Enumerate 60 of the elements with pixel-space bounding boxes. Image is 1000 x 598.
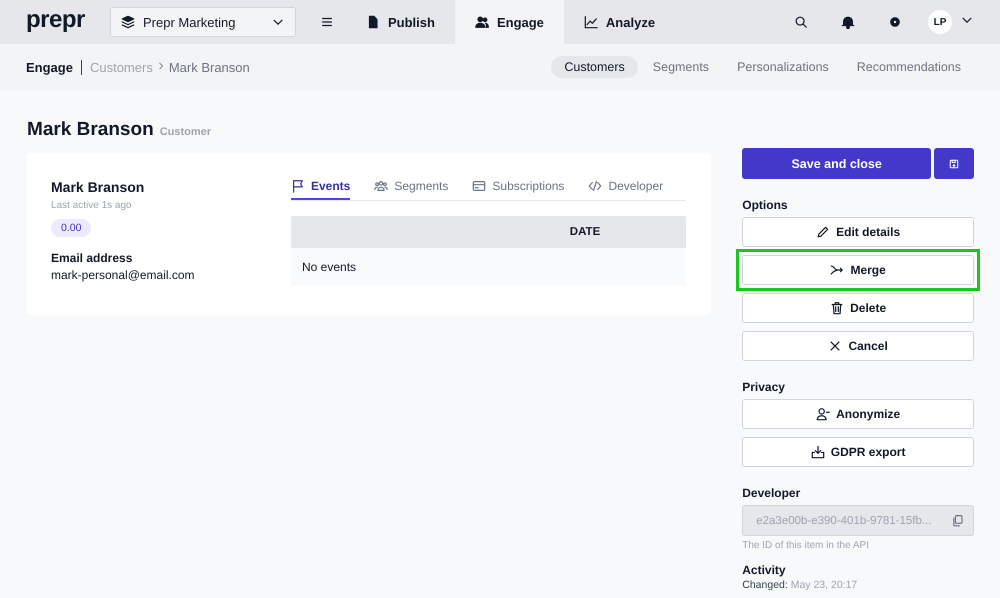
option-button[interactable]: GDPR export [742,437,974,467]
close-icon [828,339,842,353]
download-icon [810,445,825,459]
customer-name: Mark Branson [51,179,146,195]
help-text: The ID of this item in the API [742,540,870,551]
users-icon [374,179,388,193]
page-title: Mark Branson [27,119,154,141]
option-button[interactable]: Cancel [742,331,974,361]
save-icon [948,158,960,170]
column-header: DATE [570,226,600,238]
bell-icon [840,15,854,29]
search-icon [794,15,808,29]
tab[interactable]: Subscriptions [472,179,564,200]
flag-icon [291,179,305,193]
page-subtitle: Customer [160,126,212,138]
save-and-close-button[interactable]: Save and close [742,148,931,179]
pencil-icon [816,225,830,239]
activity-entry: Changed: May 23, 20:17 [742,579,858,591]
breadcrumb-current: Mark Branson [168,60,250,74]
subnav-tab[interactable]: Segments [640,56,722,78]
code-icon [588,179,602,193]
workspace-dropdown[interactable]: Prepr Marketing [110,7,296,37]
section-title: Activity [742,563,787,577]
section-title: Developer [742,486,802,500]
copy-button[interactable] [951,514,964,527]
tab[interactable]: Developer [588,179,664,200]
save-button[interactable] [934,148,974,179]
option-button[interactable]: Delete [742,293,974,323]
subnav-tab[interactable]: Personalizations [724,56,842,78]
option-button[interactable]: Anonymize [742,399,974,429]
layers-icon [121,15,135,29]
subnav-tab[interactable]: Customers [551,56,638,78]
line-chart-icon [584,15,598,29]
email-value: mark-personal@email.com [51,268,196,282]
tab[interactable]: Segments [374,179,448,200]
empty-message: No events [302,260,356,274]
user-minus-icon [816,407,830,421]
score-badge: 0.00 [51,219,92,237]
subnav-tab[interactable]: Recommendations [844,56,974,78]
tab[interactable]: Events [291,179,350,200]
users-icon [474,15,489,29]
nav-tab[interactable]: Engage [454,0,564,44]
option-button[interactable]: Merge [742,255,974,285]
breadcrumb-section: Engage [26,60,82,74]
document-icon [366,15,380,29]
merge-arrow-icon [830,263,844,277]
section-title: Privacy [742,380,786,394]
option-button[interactable]: Edit details [742,217,974,247]
credit-card-icon [472,179,486,193]
menu-icon [320,15,334,29]
copy-icon [951,514,964,527]
email-label: Email address [51,251,134,265]
user-avatar[interactable]: LP [928,10,952,34]
nav-tab[interactable]: Analyze [564,0,676,44]
nav-tab[interactable]: Publish [346,0,455,44]
last-active: Last active 1s ago [51,200,133,211]
workspace-name: Prepr Marketing [143,14,236,30]
section-title: Options [742,198,789,212]
trash-icon [830,301,844,315]
logo: prepr [26,6,86,34]
